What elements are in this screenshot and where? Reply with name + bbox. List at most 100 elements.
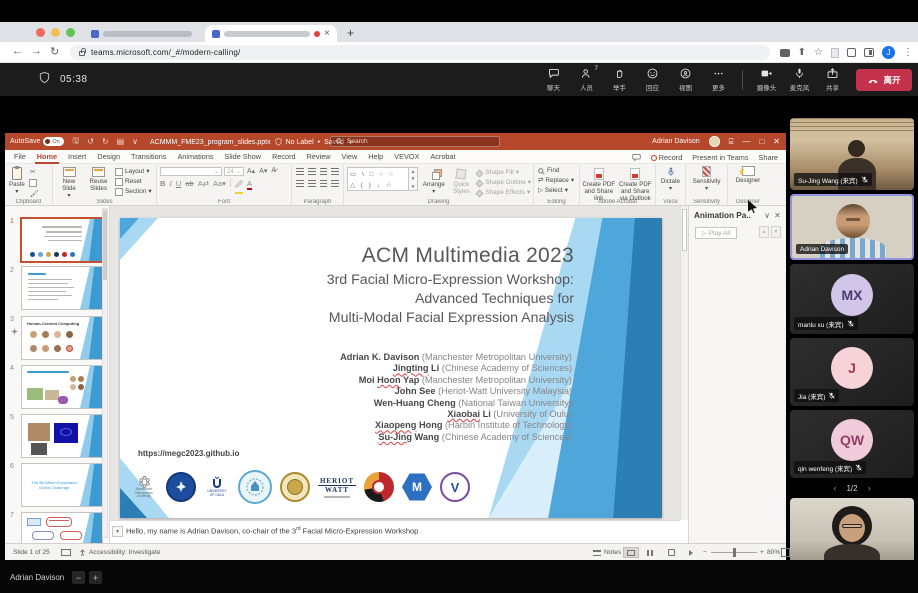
font-name-select[interactable]: ⌄	[160, 167, 222, 176]
shrink-font-icon[interactable]: A▾	[258, 167, 268, 175]
align-left-icon[interactable]	[296, 180, 304, 187]
align-right-icon[interactable]	[320, 180, 328, 187]
view-button[interactable]: 视图	[671, 67, 700, 92]
label-badge[interactable]: No Label	[286, 139, 314, 146]
replace-button[interactable]: ⇄Replace▾	[538, 177, 579, 185]
people-button[interactable]: 7 人员	[572, 67, 601, 92]
save-icon[interactable]: 🖫	[72, 135, 79, 149]
line-spacing-icon[interactable]	[331, 168, 339, 175]
accessibility-status[interactable]: Accessibility: Investigate	[79, 549, 160, 556]
create-pdf-outlook-button[interactable]: Create PDF and Share via Outlook	[618, 166, 653, 202]
autosave-toggle[interactable]: AutoSave On	[10, 137, 64, 146]
thumbnail-slide-6[interactable]: The 6th Micro-Expression Grand Challenge	[21, 463, 103, 507]
microphone-button[interactable]: 麦克风	[785, 67, 814, 92]
browser-tab-inactive[interactable]	[84, 25, 199, 42]
shape-effects-button[interactable]: Shape Effects▾	[476, 189, 531, 197]
tab-insert[interactable]: Insert	[68, 152, 86, 161]
section-button[interactable]: Section▾	[115, 188, 152, 196]
align-center-icon[interactable]	[308, 180, 316, 187]
macos-zoom-button[interactable]	[66, 28, 75, 37]
zoom-slider-thumb[interactable]	[733, 548, 736, 557]
macos-minimize-button[interactable]	[51, 28, 60, 37]
character-spacing-button[interactable]: A⇄	[198, 179, 209, 188]
move-later-icon[interactable]: ▼	[771, 226, 781, 238]
copy-icon[interactable]	[29, 179, 37, 187]
reuse-slides-button[interactable]: Reuse Slides	[85, 165, 112, 192]
display-settings-icon[interactable]	[61, 549, 71, 556]
participant-tile-manlu-xu[interactable]: MX manlu xu (来宾)	[790, 264, 914, 334]
paste-button[interactable]: Paste▾	[9, 165, 25, 195]
shape-outline-button[interactable]: Shape Outline▾	[476, 179, 531, 187]
present-in-teams-button[interactable]: Present in Teams	[692, 153, 748, 162]
close-icon[interactable]: ✕	[773, 137, 780, 146]
bold-button[interactable]: B	[160, 179, 165, 188]
zoom-percentage[interactable]: 80%	[767, 549, 780, 556]
call-health-icon[interactable]	[38, 71, 51, 84]
tab-vevox[interactable]: VEVOX	[394, 152, 419, 161]
redo-icon[interactable]: ↻	[102, 137, 109, 146]
tab-review[interactable]: Review	[307, 152, 331, 161]
underline-button[interactable]: U	[176, 179, 181, 188]
zoom-out-button[interactable]: −	[703, 549, 707, 556]
participant-tile-su-jing-wang[interactable]: Su-Jing Wang (来宾)	[790, 118, 914, 190]
browser-menu-icon[interactable]: ⋮	[903, 47, 913, 59]
strikethrough-button[interactable]: ab	[185, 179, 193, 188]
new-tab-button[interactable]: +	[347, 26, 354, 40]
dictate-button[interactable]: Dictate▾	[656, 164, 685, 192]
clear-formatting-icon[interactable]: A̷	[270, 167, 277, 174]
slideshow-view-button[interactable]	[683, 547, 699, 558]
shapes-gallery-scroll[interactable]: ▲▼▼	[409, 167, 418, 191]
tab-record[interactable]: Record	[272, 152, 296, 161]
new-slide-button[interactable]: New Slide▾	[56, 165, 82, 199]
move-earlier-icon[interactable]: ▲	[759, 226, 769, 238]
leave-call-button[interactable]: 离开	[856, 69, 912, 91]
extensions-icon[interactable]	[847, 48, 856, 57]
font-size-select[interactable]: 24⌄	[224, 167, 244, 176]
search-box[interactable]: Search	[330, 136, 500, 147]
thumbnail-slide-5[interactable]	[21, 414, 103, 458]
zoom-in-button[interactable]: +	[89, 571, 102, 584]
reset-button[interactable]: Reset	[115, 178, 152, 186]
notes-toggle-button[interactable]: Notes	[593, 549, 621, 556]
participant-tile-jia[interactable]: J Jia (来宾)	[790, 338, 914, 406]
reading-view-button[interactable]	[663, 547, 679, 558]
thumbnail-slide-7[interactable]	[21, 512, 103, 543]
office-user-avatar[interactable]	[709, 136, 720, 147]
text-highlight-button[interactable]: 🖉	[235, 179, 243, 194]
find-button[interactable]: Find	[538, 167, 579, 175]
side-panel-icon[interactable]	[864, 48, 874, 57]
format-painter-icon[interactable]: 🖌	[29, 190, 40, 198]
participant-tile-qin-wenfeng[interactable]: QW qin wenfeng (来宾)	[790, 410, 914, 478]
thumbnail-slide-1[interactable]	[20, 217, 104, 263]
zoom-out-button[interactable]: −	[72, 571, 85, 584]
select-button[interactable]: ▷Select▾	[538, 187, 579, 195]
chat-button[interactable]: 聊天	[539, 67, 568, 92]
tab-home[interactable]: Home	[37, 152, 57, 161]
comments-icon[interactable]	[632, 153, 641, 162]
pane-close-icon[interactable]: ✕	[774, 210, 781, 220]
shape-fill-button[interactable]: Shape Fill▾	[476, 169, 531, 177]
tab-animations[interactable]: Animations	[177, 152, 213, 161]
thumbnail-slide-4[interactable]	[21, 365, 103, 409]
browser-tab-active[interactable]: ×	[205, 25, 337, 42]
tab-slideshow[interactable]: Slide Show	[225, 152, 262, 161]
fit-to-window-icon[interactable]	[781, 548, 790, 557]
sensitivity-button[interactable]: Sensitivity▾	[686, 164, 727, 192]
indent-icon[interactable]	[320, 168, 328, 175]
page-next-icon[interactable]: ›	[868, 483, 871, 493]
reading-list-icon[interactable]	[831, 48, 839, 58]
tab-design[interactable]: Design	[97, 152, 120, 161]
quick-access-chevron-icon[interactable]: ∨	[132, 137, 138, 146]
notes-pane[interactable]: ▾ Hello, my name is Adrian Davison, co-c…	[110, 520, 680, 543]
restore-icon[interactable]: □	[759, 137, 764, 146]
numbering-icon[interactable]	[308, 168, 316, 175]
notes-collapse-button[interactable]: ▾	[112, 526, 123, 537]
tab-transitions[interactable]: Transitions	[131, 152, 166, 161]
bookmark-star-icon[interactable]: ☆	[814, 47, 823, 59]
change-case-button[interactable]: Aa▾	[213, 179, 226, 188]
bullets-icon[interactable]	[296, 168, 304, 175]
page-previous-icon[interactable]: ‹	[833, 483, 836, 493]
cut-icon[interactable]: ✂	[29, 168, 40, 176]
macos-close-button[interactable]	[36, 28, 45, 37]
back-icon[interactable]: ←	[12, 45, 23, 57]
